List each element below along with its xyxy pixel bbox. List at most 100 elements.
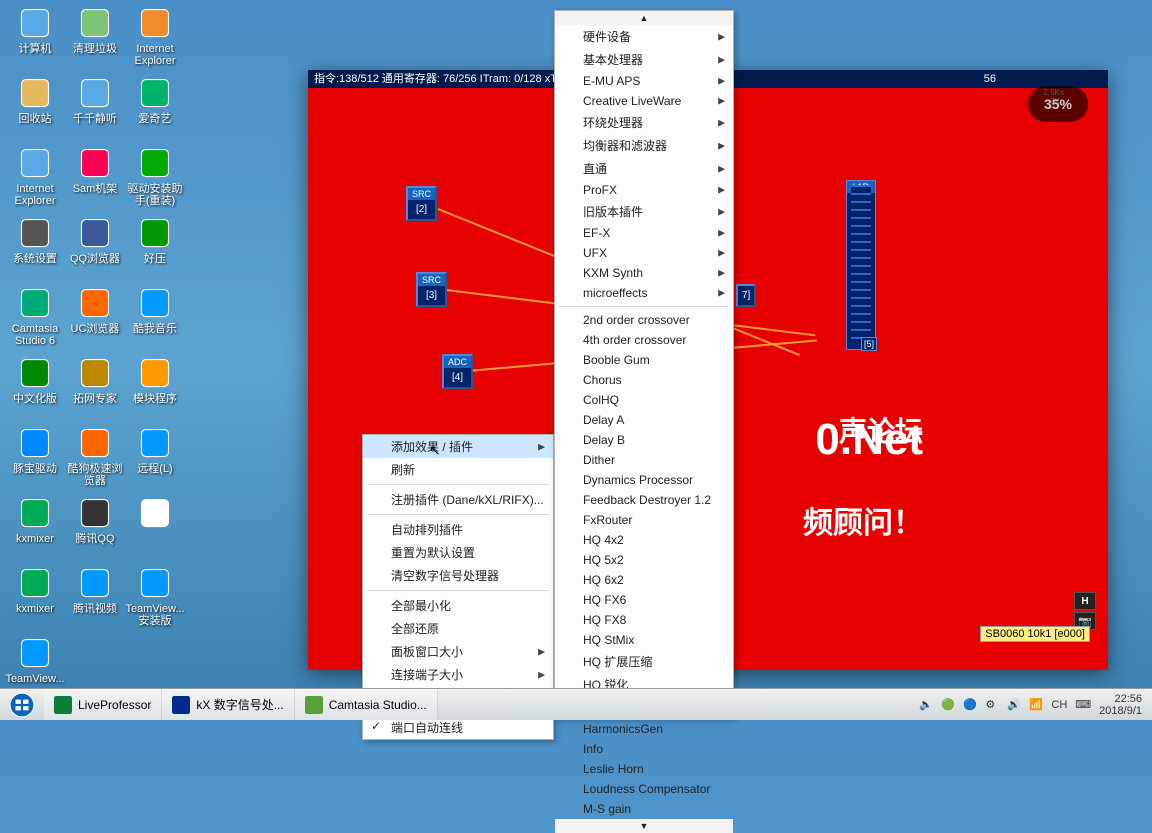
tray-icon[interactable]: ⚙ — [985, 698, 999, 712]
menu-item[interactable]: Booble Gum — [555, 350, 733, 370]
menu-item[interactable]: Creative LiveWare▶ — [555, 91, 733, 111]
dsp-node-src-3[interactable]: SRC [3] — [416, 272, 447, 307]
desktop-icon[interactable]: 好压 — [125, 215, 185, 285]
menu-item[interactable]: 4th order crossover — [555, 330, 733, 350]
menu-item[interactable]: Loudness Compensator — [555, 779, 733, 799]
taskbar-item[interactable]: LiveProfessor — [44, 689, 162, 720]
desktop-icon[interactable]: 腾讯视频 — [65, 565, 125, 635]
clock[interactable]: 22:56 2018/9/1 — [1099, 693, 1142, 717]
menu-item[interactable]: 均衡器和滤波器▶ — [555, 134, 733, 157]
menu-item[interactable]: 环绕处理器▶ — [555, 111, 733, 134]
desktop-icon[interactable]: Internet Explorer — [125, 5, 185, 75]
menu-item[interactable]: Leslie Horn — [555, 759, 733, 779]
meter-out[interactable]: [5] — [861, 337, 877, 351]
desktop-icon[interactable]: Internet Explorer — [5, 145, 65, 215]
task-label: Camtasia Studio... — [329, 698, 427, 712]
menu-item[interactable]: ColHQ — [555, 390, 733, 410]
menu-item[interactable]: ProFX▶ — [555, 180, 733, 200]
menu-item[interactable]: 硬件设备▶ — [555, 25, 733, 48]
menu-item[interactable]: Chorus — [555, 370, 733, 390]
desktop-icon[interactable]: 酷狗极速浏览器 — [65, 425, 125, 495]
desktop-icon[interactable]: kxmixer — [5, 565, 65, 635]
menu-item[interactable]: 清空数字信号处理器 — [363, 564, 553, 587]
ime-indicator[interactable]: CH — [1051, 699, 1067, 711]
menu-item[interactable]: HarmonicsGen — [555, 719, 733, 739]
menu-item[interactable]: 添加效果 / 插件▶ — [363, 435, 553, 458]
menu-item[interactable]: Dynamics Processor — [555, 470, 733, 490]
desktop-icon[interactable] — [125, 495, 185, 565]
icon-label: 远程(L) — [137, 463, 172, 475]
tray-icon[interactable]: 🔈 — [919, 698, 933, 712]
menu-item[interactable]: UFX▶ — [555, 243, 733, 263]
desktop-icon[interactable]: Sam机架 — [65, 145, 125, 215]
taskbar-item[interactable]: kX 数字信号处... — [162, 689, 294, 720]
menu-item[interactable]: HQ 4x2 — [555, 530, 733, 550]
start-button[interactable] — [0, 689, 44, 720]
menu-item[interactable]: 重置为默认设置 — [363, 541, 553, 564]
menu-item[interactable]: 基本处理器▶ — [555, 48, 733, 71]
desktop-icon[interactable]: kxmixer — [5, 495, 65, 565]
desktop-icon[interactable]: 中文化版 — [5, 355, 65, 425]
menu-item[interactable]: Feedback Destroyer 1.2 — [555, 490, 733, 510]
tray-icon[interactable]: 🔵 — [963, 698, 977, 712]
desktop-icon[interactable]: 豚宝驱动 — [5, 425, 65, 495]
desktop-icon[interactable]: 系统设置 — [5, 215, 65, 285]
desktop-icon[interactable]: 计算机 — [5, 5, 65, 75]
menu-item[interactable]: 直通▶ — [555, 157, 733, 180]
menu-item[interactable]: 全部还原 — [363, 617, 553, 640]
desktop-icon[interactable]: 拓网专家 — [65, 355, 125, 425]
desktop-icon[interactable]: Camtasia Studio 6 — [5, 285, 65, 355]
desktop-icon[interactable]: UC浏览器 — [65, 285, 125, 355]
menu-item[interactable]: HQ 5x2 — [555, 550, 733, 570]
menu-item[interactable]: 注册插件 (Dane/kXL/RIFX)... — [363, 488, 553, 511]
app-icon — [17, 215, 53, 251]
menu-item[interactable]: 2nd order crossover — [555, 310, 733, 330]
desktop-icon[interactable]: 腾讯QQ — [65, 495, 125, 565]
desktop-icon[interactable]: TeamView...安装版 — [125, 565, 185, 635]
tray-icon[interactable]: 🟢 — [941, 698, 955, 712]
menu-item[interactable]: EF-X▶ — [555, 223, 733, 243]
tray-icon[interactable]: 📶 — [1029, 698, 1043, 712]
dsp-node-mid[interactable]: 7] — [736, 284, 756, 307]
dsp-node-src-2[interactable]: SRC [2] — [406, 186, 437, 221]
app-icon — [137, 145, 173, 181]
menu-item[interactable]: Delay A — [555, 410, 733, 430]
menu-item[interactable]: KXM Synth▶ — [555, 263, 733, 283]
menu-item[interactable]: HQ 扩展压缩 — [555, 650, 733, 673]
menu-item[interactable]: 刷新 — [363, 458, 553, 481]
menu-scroll-up[interactable]: ▲ — [555, 11, 733, 25]
desktop-icon[interactable]: QQ浏览器 — [65, 215, 125, 285]
taskbar-item[interactable]: Camtasia Studio... — [295, 689, 438, 720]
menu-item[interactable]: 自动排列插件 — [363, 518, 553, 541]
menu-item[interactable]: 连接端子大小▶ — [363, 663, 553, 686]
desktop-icon[interactable]: 千千静听 — [65, 75, 125, 145]
menu-item[interactable]: HQ FX6 — [555, 590, 733, 610]
menu-item[interactable]: HQ 6x2 — [555, 570, 733, 590]
menu-item[interactable]: Info — [555, 739, 733, 759]
dsp-node-adc-4[interactable]: ADC [4] — [442, 354, 473, 389]
menu-item[interactable]: Delay B — [555, 430, 733, 450]
app-icon — [137, 495, 173, 531]
desktop-icon[interactable]: 回收站 — [5, 75, 65, 145]
app-icon — [17, 355, 53, 391]
menu-item[interactable]: Dither — [555, 450, 733, 470]
menu-item[interactable]: HQ StMix — [555, 630, 733, 650]
menu-item[interactable]: M-S gain — [555, 799, 733, 819]
menu-item[interactable]: microeffects▶ — [555, 283, 733, 303]
menu-item[interactable]: 全部最小化 — [363, 594, 553, 617]
menu-item[interactable]: FxRouter — [555, 510, 733, 530]
desktop-icon[interactable]: 爱奇艺 — [125, 75, 185, 145]
menu-item[interactable]: 旧版本插件▶ — [555, 200, 733, 223]
menu-item[interactable]: 面板窗口大小▶ — [363, 640, 553, 663]
desktop-icon[interactable]: 清理垃圾 — [65, 5, 125, 75]
desktop-icon[interactable]: 驱动安装助手(重装) — [125, 145, 185, 215]
ime-icon[interactable]: ⌨ — [1075, 698, 1091, 711]
desktop-icon[interactable]: 模块程序 — [125, 355, 185, 425]
desktop-icon[interactable]: 远程(L) — [125, 425, 185, 495]
menu-item[interactable]: E-MU APS▶ — [555, 71, 733, 91]
tool-button-1[interactable]: H — [1074, 592, 1096, 610]
menu-item[interactable]: HQ FX8 — [555, 610, 733, 630]
desktop-icon[interactable]: 酷我音乐 — [125, 285, 185, 355]
menu-scroll-down[interactable]: ▼ — [555, 819, 733, 833]
tray-icon[interactable]: 🔊 — [1007, 698, 1021, 712]
